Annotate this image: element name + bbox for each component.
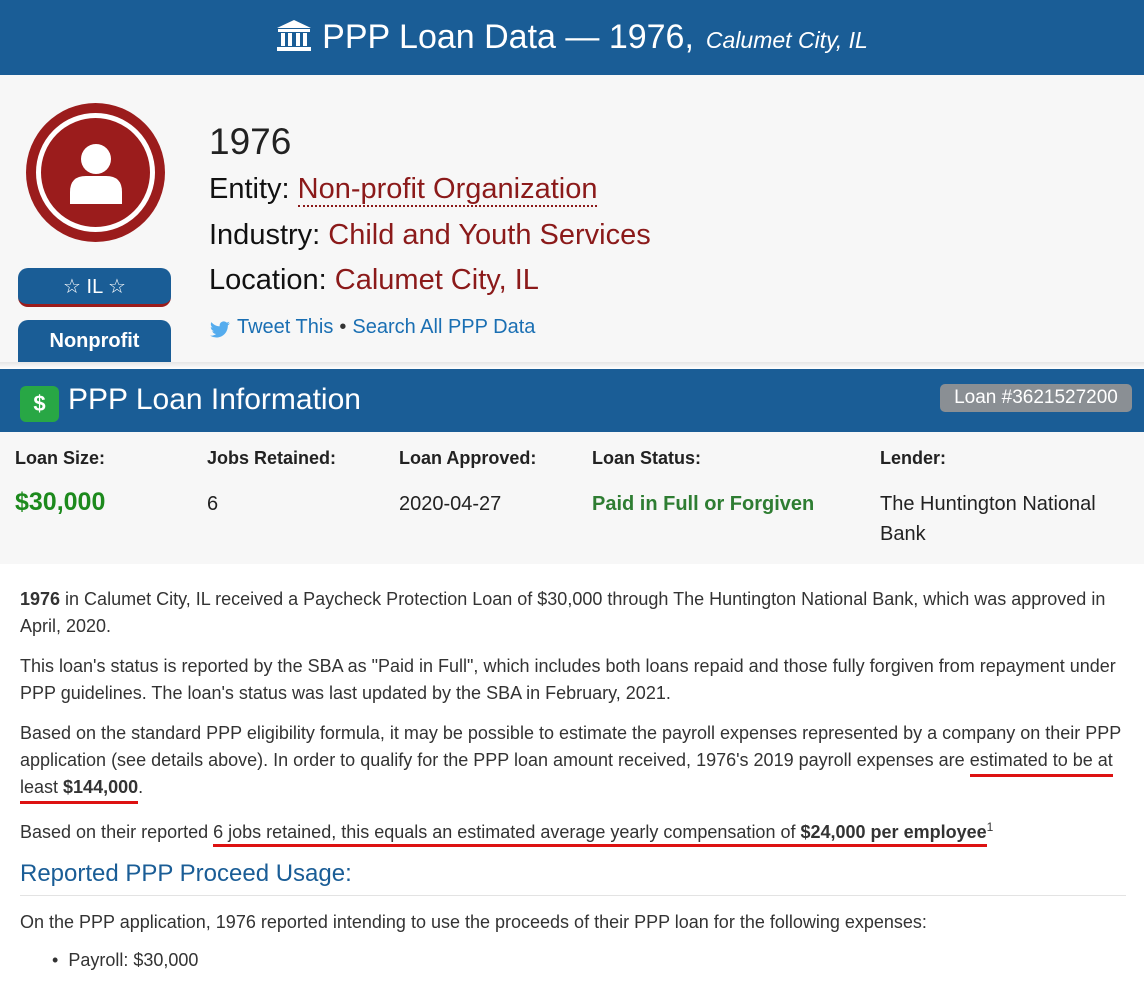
location-value[interactable]: Calumet City, IL — [335, 264, 539, 296]
page-title: PPP Loan Data — 1976, — [322, 18, 694, 56]
stat-value[interactable]: The Huntington National Bank — [880, 489, 1130, 549]
industry-value[interactable]: Child and Youth Services — [328, 219, 650, 251]
usage-list: Payroll: $30,000 — [52, 950, 198, 971]
compensation-amount: $24,000 per employee — [800, 822, 987, 842]
stat-value: 2020-04-27 — [399, 493, 502, 515]
loan-stats: Loan Size: $30,000 Jobs Retained: 6 Loan… — [0, 432, 1144, 564]
stat-value: Paid in Full or Forgiven — [592, 493, 815, 515]
site-header: PPP Loan Data — 1976, Calumet City, IL — [0, 0, 1144, 75]
industry-line: Industry: Child and Youth Services — [209, 219, 651, 252]
stat-jobs-retained: Jobs Retained: 6 — [207, 448, 336, 519]
loan-number-badge: Loan #3621527200 — [940, 384, 1132, 412]
usage-heading: Reported PPP Proceed Usage: — [20, 860, 1126, 896]
usage-intro: On the PPP application, 1976 reported in… — [20, 912, 927, 932]
loan-section-title: PPP Loan Information — [68, 383, 361, 416]
payroll-amount: $144,000 — [63, 777, 139, 797]
business-profile: ☆ IL ☆ Nonprofit 1976 Entity: Non-profit… — [0, 75, 1144, 362]
twitter-icon[interactable] — [209, 321, 231, 339]
business-name-bold: 1976 — [20, 589, 61, 609]
tweet-link[interactable]: Tweet This — [237, 316, 333, 339]
entity-line: Entity: Non-profit Organization — [209, 173, 598, 207]
stat-label: Loan Approved: — [399, 448, 537, 468]
type-badge[interactable]: Nonprofit — [18, 320, 171, 362]
share-row: Tweet This • Search All PPP Data — [209, 315, 535, 339]
bank-icon — [277, 19, 312, 51]
stat-value: $30,000 — [15, 488, 106, 516]
compensation-estimate: 6 jobs retained, this equals an estimate… — [213, 822, 987, 847]
state-badge[interactable]: ☆ IL ☆ — [18, 268, 171, 307]
stat-value: 6 — [207, 493, 219, 515]
summary-text: in Calumet City, IL received a Paycheck … — [20, 589, 1106, 636]
stat-lender: Lender: The Huntington National Bank — [880, 448, 1130, 549]
page-title-location: Calumet City, IL — [705, 27, 868, 53]
entity-label: Entity: — [209, 173, 290, 205]
entity-value[interactable]: Non-profit Organization — [297, 173, 598, 207]
user-icon — [26, 103, 165, 242]
location-line: Location: Calumet City, IL — [209, 264, 539, 297]
compensation-paragraph: Based on their reported 6 jobs retained,… — [20, 814, 1124, 847]
payroll-text: Based on the standard PPP eligibility fo… — [20, 723, 1121, 770]
stat-label: Loan Size: — [15, 448, 106, 468]
status-paragraph: This loan's status is reported by the SB… — [20, 656, 1116, 703]
stat-label: Jobs Retained: — [207, 448, 337, 468]
stat-label: Loan Status: — [592, 448, 702, 468]
search-all-link[interactable]: Search All PPP Data — [352, 316, 535, 339]
loan-info-header: $ PPP Loan Information Loan #3621527200 — [0, 369, 1144, 432]
stat-loan-status: Loan Status: Paid in Full or Forgiven — [592, 448, 814, 519]
dollar-icon: $ — [20, 386, 59, 422]
compensation-text: Based on their reported — [20, 822, 214, 842]
payroll-end: . — [138, 777, 144, 797]
payroll-paragraph: Based on the standard PPP eligibility fo… — [20, 720, 1124, 804]
stat-loan-size: Loan Size: $30,000 — [15, 448, 105, 517]
summary-paragraph: 1976 in Calumet City, IL received a Payc… — [20, 586, 1124, 640]
footnote-marker[interactable]: 1 — [987, 820, 994, 834]
stat-label: Lender: — [880, 448, 947, 468]
stat-loan-approved: Loan Approved: 2020-04-27 — [399, 448, 536, 519]
industry-label: Industry: — [209, 219, 321, 251]
business-name: 1976 — [209, 121, 292, 162]
section-divider — [0, 362, 1144, 369]
list-item: Payroll: $30,000 — [52, 950, 198, 971]
location-label: Location: — [209, 264, 327, 296]
compensation-estimate-text: 6 jobs retained, this equals an estimate… — [213, 822, 801, 842]
share-separator: • — [339, 315, 347, 338]
